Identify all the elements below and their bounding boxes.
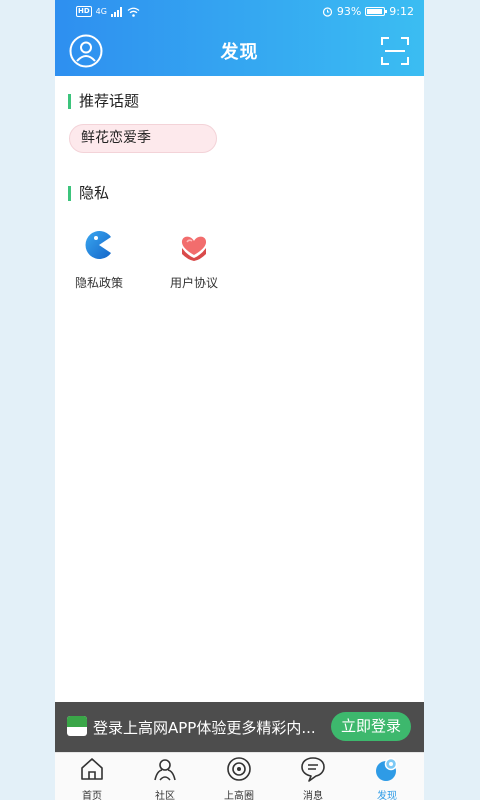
privacy-policy-label: 隐私政策 — [74, 276, 123, 290]
tab-messages-label: 消息 — [303, 791, 323, 800]
topic-chip[interactable]: 鲜花恋爱季 — [69, 124, 217, 153]
tab-community[interactable]: 社区 — [135, 753, 195, 800]
user-agreement-item[interactable]: 用户协议 — [159, 228, 229, 291]
top-header: HD 4G 93% 9:12 发现 — [55, 0, 424, 76]
tab-discover-label: 发现 — [377, 791, 397, 800]
community-icon — [154, 759, 176, 781]
login-banner-text: 登录上高网APP体验更多精彩内... — [93, 719, 316, 737]
signal-icon — [110, 6, 122, 17]
privacy-pacman-icon — [82, 228, 116, 262]
tab-circle-label: 上高圈 — [224, 791, 254, 800]
scan-icon — [381, 37, 409, 65]
battery-icon — [365, 7, 388, 16]
status-left: HD 4G — [76, 6, 140, 17]
login-now-button[interactable]: 立即登录 — [331, 712, 411, 741]
app-logo-icon — [67, 716, 87, 736]
tab-community-label: 社区 — [155, 791, 175, 800]
heart-hands-icon — [177, 228, 211, 262]
message-icon — [301, 757, 325, 782]
recommended-topics-heading: 推荐话题 — [68, 94, 139, 109]
status-bar: HD 4G 93% 9:12 — [55, 0, 424, 26]
bottom-tab-bar: 首页 社区 上高圈 消息 发现 — [55, 752, 424, 800]
home-icon — [81, 758, 103, 780]
page-title: 发现 — [220, 42, 259, 63]
alarm-icon — [322, 7, 332, 17]
scan-button[interactable] — [380, 36, 410, 66]
discover-icon — [376, 757, 398, 781]
battery-percent: 93% — [336, 5, 362, 18]
user-agreement-label: 用户协议 — [169, 276, 218, 290]
login-banner: 登录上高网APP体验更多精彩内... 立即登录 — [55, 702, 424, 752]
tab-home-label: 首页 — [82, 791, 102, 800]
privacy-policy-item[interactable]: 隐私政策 — [64, 228, 134, 291]
circle-icon — [227, 757, 251, 781]
tab-circle[interactable]: 上高圈 — [209, 753, 269, 800]
wifi-icon — [127, 7, 140, 17]
app-screen: HD 4G 93% 9:12 发现 推荐话题 鲜花恋爱季 隐私 隐私政策 用户协… — [55, 0, 424, 800]
clock-time: 9:12 — [389, 5, 414, 18]
privacy-heading: 隐私 — [68, 186, 109, 201]
tab-home[interactable]: 首页 — [62, 753, 122, 800]
tab-messages[interactable]: 消息 — [283, 753, 343, 800]
tab-discover[interactable]: 发现 — [357, 753, 417, 800]
signal-label: 4G — [95, 7, 107, 16]
hd-badge: HD — [76, 6, 92, 17]
status-right: 93% 9:12 — [322, 5, 414, 18]
